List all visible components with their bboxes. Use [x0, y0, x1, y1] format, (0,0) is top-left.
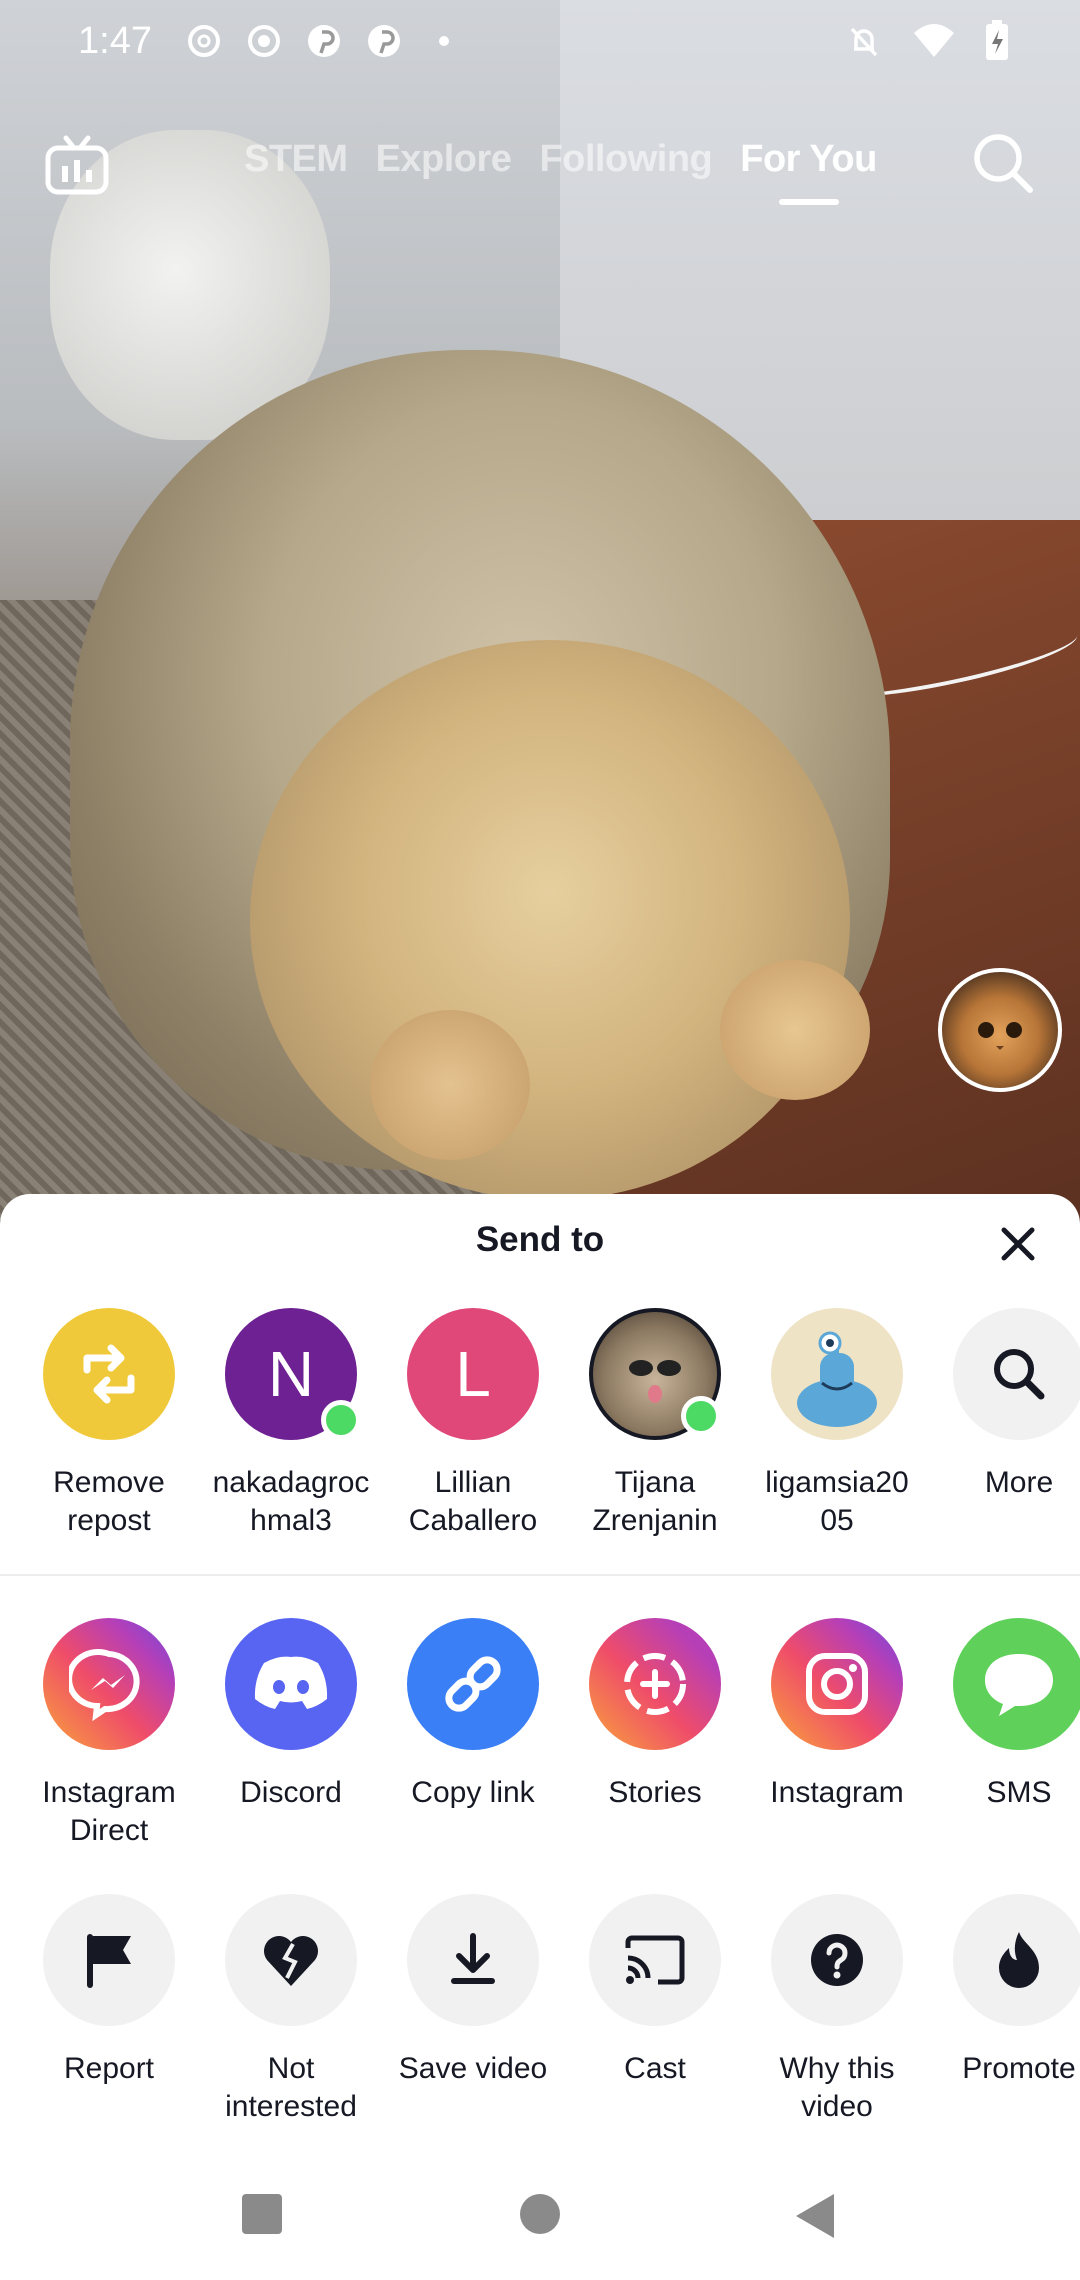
creator-avatar[interactable] [938, 968, 1062, 1092]
cast-button[interactable]: Cast [564, 1894, 746, 2088]
contact-ligamsia2005[interactable]: ligamsia20 05 [746, 1308, 928, 1540]
app-label: Stories [608, 1776, 702, 1809]
contact-label: Lillian Caballero [408, 1466, 538, 1537]
tab-for-you[interactable]: For You [740, 138, 877, 181]
contact-nakadagrochmal3[interactable]: N nakadagroc hmal3 [200, 1308, 382, 1540]
notification-icons [185, 22, 463, 60]
threads-icon [185, 22, 223, 60]
sheet-title: Send to [475, 1220, 605, 1259]
question-icon [771, 1894, 903, 2026]
search-icon [953, 1308, 1080, 1440]
download-icon [407, 1894, 539, 2026]
avatar-cat-photo [589, 1308, 721, 1440]
contact-label: ligamsia20 05 [765, 1466, 909, 1537]
search-icon[interactable] [970, 130, 1036, 196]
avatar: N [225, 1308, 361, 1440]
instagram-icon [771, 1618, 903, 1750]
why-this-video-button[interactable]: Why this video [746, 1894, 928, 2126]
app-label: Instagram Direct [42, 1776, 176, 1847]
avatar: L [407, 1308, 539, 1440]
contacts-row: Remove repost N nakadagroc hmal3 L Lilli… [0, 1308, 1080, 1548]
share-instagram[interactable]: Instagram [746, 1618, 928, 1812]
not-interested-button[interactable]: Not interested [200, 1894, 382, 2126]
share-stories[interactable]: Stories [564, 1618, 746, 1812]
contact-label: nakadagroc hmal3 [212, 1466, 370, 1537]
contact-lillian-caballero[interactable]: L Lillian Caballero [382, 1308, 564, 1540]
messenger-icon [43, 1618, 175, 1750]
back-icon [796, 2194, 834, 2238]
status-bar: 1:47 [0, 0, 1080, 86]
divider [0, 1574, 1080, 1576]
recents-button[interactable] [240, 2192, 284, 2241]
save-video-button[interactable]: Save video [382, 1894, 564, 2088]
record-icon [245, 22, 283, 60]
wifi-icon [912, 21, 956, 66]
status-time: 1:47 [78, 20, 152, 62]
pinterest-icon-2 [365, 22, 403, 60]
cast-icon [589, 1894, 721, 2026]
share-apps-row: Instagram Direct Discord Copy link Stori… [0, 1618, 1080, 1858]
repost-icon [43, 1308, 175, 1440]
back-button[interactable] [794, 2192, 838, 2245]
share-sms[interactable]: SMS [928, 1618, 1080, 1812]
video-cat-head [250, 640, 850, 1200]
action-label: Cast [624, 2052, 686, 2085]
pinterest-icon [305, 22, 343, 60]
avatar-blue-monster [771, 1308, 903, 1440]
home-button[interactable] [518, 2192, 562, 2241]
discord-icon [225, 1618, 357, 1750]
action-label: Promote [962, 2052, 1076, 2085]
live-tv-icon[interactable] [44, 132, 110, 198]
sms-icon [953, 1618, 1080, 1750]
share-discord[interactable]: Discord [200, 1618, 382, 1812]
bell-muted-icon [844, 21, 884, 66]
system-nav-bar [0, 2160, 1080, 2280]
actions-row: Report Not interested Save video Cast Wh… [0, 1894, 1080, 2134]
top-nav: STEM Explore Following For You [0, 120, 1080, 230]
system-status-icons [844, 20, 1010, 67]
more-notifications-dot [425, 22, 463, 60]
report-button[interactable]: Report [18, 1894, 200, 2088]
action-label: Not interested [225, 2052, 357, 2123]
video-cat-ear-left [370, 1010, 530, 1160]
contact-tijana-zrenjanin[interactable]: Tijana Zrenjanin [564, 1308, 746, 1540]
action-label: Save video [398, 2052, 548, 2085]
tab-following[interactable]: Following [539, 138, 712, 181]
tab-stem[interactable]: STEM [244, 138, 348, 181]
remove-repost-button[interactable]: Remove repost [18, 1308, 200, 1540]
flame-icon [953, 1894, 1080, 2026]
more-contacts-button[interactable]: More [928, 1308, 1080, 1502]
home-icon [520, 2194, 560, 2234]
app-label: Discord [240, 1776, 342, 1809]
share-sheet: Send to Remove repost N nakadagroc hmal3… [0, 1194, 1080, 2280]
avatar-letter: N [267, 1338, 315, 1410]
app-label: Instagram [770, 1776, 904, 1809]
action-label: Report [63, 2052, 155, 2085]
contact-label: More [984, 1466, 1054, 1499]
copy-link-button[interactable]: Copy link [382, 1618, 564, 1812]
action-label: Why this video [779, 2052, 895, 2123]
contact-label: Tijana Zrenjanin [592, 1466, 718, 1537]
feed-tabs: STEM Explore Following For You [244, 138, 877, 181]
broken-heart-icon [225, 1894, 357, 2026]
link-icon [407, 1618, 539, 1750]
app-label: SMS [986, 1776, 1052, 1809]
tab-explore[interactable]: Explore [376, 138, 512, 181]
close-button[interactable] [990, 1216, 1046, 1272]
online-indicator [321, 1400, 361, 1440]
avatar-letter: L [455, 1338, 491, 1410]
share-instagram-direct[interactable]: Instagram Direct [18, 1618, 200, 1850]
close-icon [1001, 1227, 1035, 1261]
video-cat-ear-right [720, 960, 870, 1100]
online-indicator [681, 1396, 721, 1436]
recents-icon [242, 2194, 282, 2234]
stories-icon [589, 1618, 721, 1750]
flag-icon [43, 1894, 175, 2026]
contact-label: Remove repost [53, 1466, 165, 1537]
battery-charging-icon [984, 20, 1010, 67]
promote-button[interactable]: Promote [928, 1894, 1080, 2088]
app-label: Copy link [411, 1776, 535, 1809]
